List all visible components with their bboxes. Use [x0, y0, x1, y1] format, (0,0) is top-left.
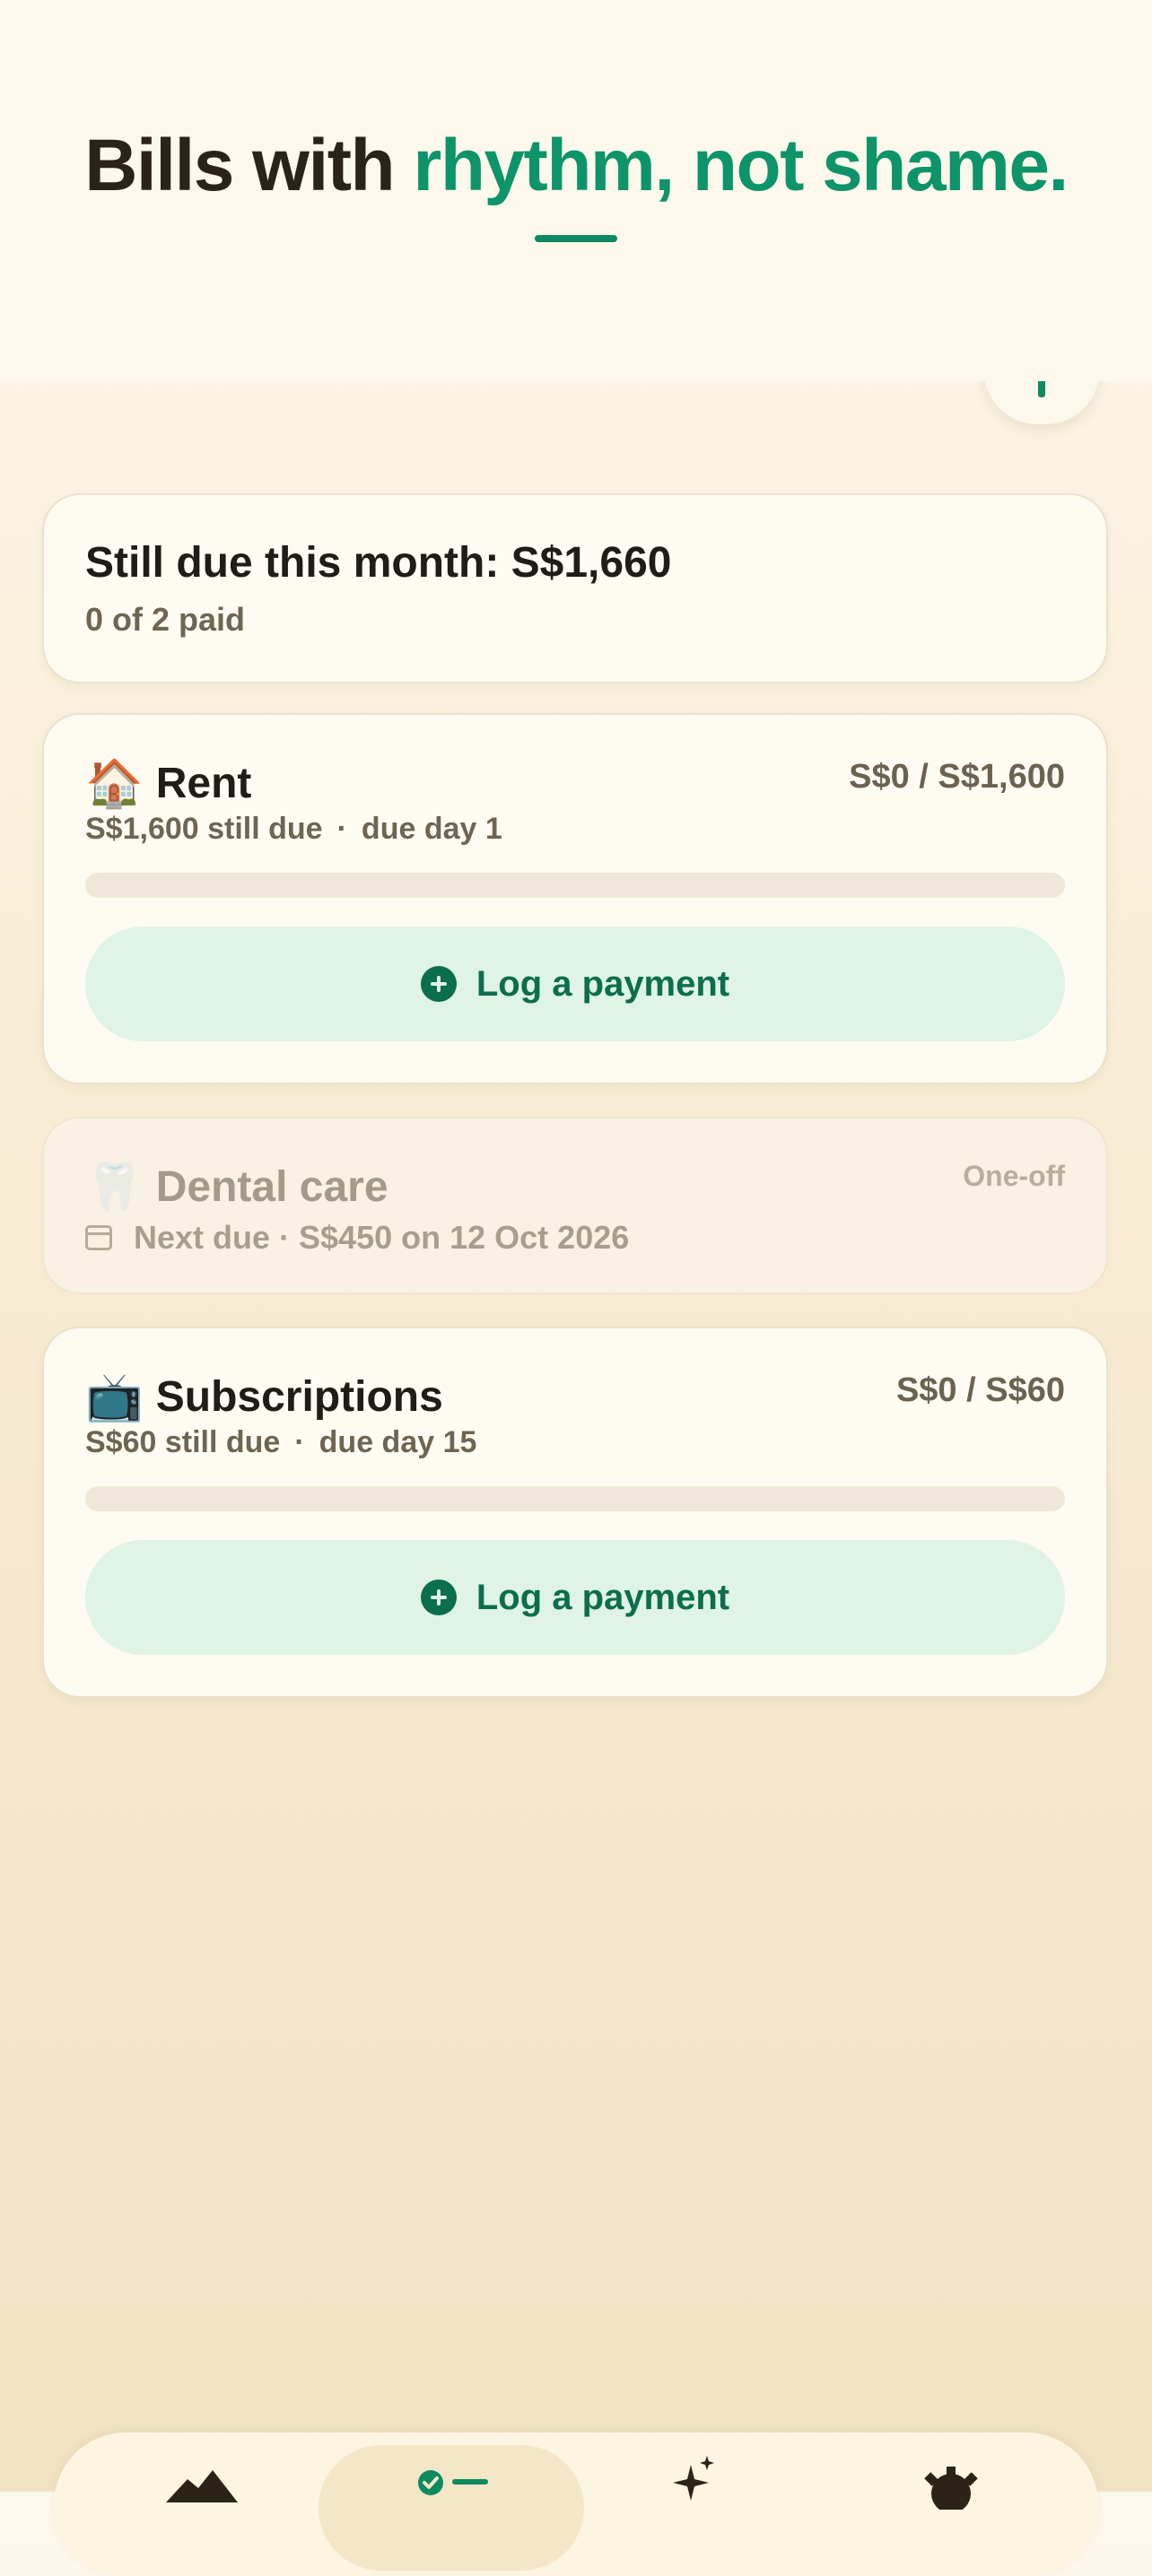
- tv-icon: 📺: [85, 1371, 144, 1423]
- bill-status: S$60 still due · due day 15: [85, 1425, 476, 1460]
- bill-progress-bar: [85, 1486, 1065, 1511]
- gear-icon[interactable]: [920, 2465, 982, 2510]
- bill-card-dental[interactable]: 🦷 Dental care One-off Next due · S$450 o…: [42, 1117, 1108, 1294]
- bill-remaining: S$60 still due: [85, 1425, 281, 1459]
- sparkle-icon[interactable]: [664, 2456, 718, 2501]
- bill-amount: S$0 / S$60: [895, 1371, 1065, 1409]
- bill-status: S$1,600 still due · due day 1: [85, 812, 502, 847]
- calendar-icon: [85, 1225, 112, 1250]
- hero-title-start: Bills with: [84, 125, 414, 206]
- plus-circle-icon: [420, 966, 457, 1002]
- summary-title: Still due this month: S$1,660: [85, 539, 672, 587]
- plus-circle-icon: [420, 1580, 457, 1615]
- bill-type-badge: One-off: [963, 1160, 1065, 1192]
- bill-name: Dental care: [155, 1163, 388, 1211]
- bill-progress-bar: [85, 873, 1065, 898]
- bill-title: 🦷 Dental care: [85, 1160, 388, 1214]
- bottom-nav: [54, 2432, 1098, 2576]
- bill-due: due day 1: [361, 812, 502, 846]
- bill-remaining: S$1,600 still due: [85, 812, 323, 846]
- hills-icon[interactable]: [166, 2467, 238, 2502]
- log-payment-label: Log a payment: [476, 1577, 730, 1617]
- tooth-icon: 🦷: [85, 1162, 144, 1214]
- bill-card-subscriptions[interactable]: 📺 Subscriptions S$0 / S$60 S$60 still du…: [42, 1327, 1108, 1698]
- monthly-summary-card: Still due this month: S$1,660 0 of 2 pai…: [42, 493, 1108, 683]
- hero-title: Bills with rhythm, not shame.: [0, 124, 1152, 208]
- separator: ·: [294, 1425, 305, 1459]
- house-icon: 🏠: [85, 758, 144, 810]
- hero-banner: Bills with rhythm, not shame.: [0, 0, 1152, 381]
- bill-title: 📺 Subscriptions: [85, 1370, 443, 1424]
- log-payment-button[interactable]: Log a payment: [85, 927, 1065, 1041]
- bill-due: due day 15: [319, 1425, 477, 1459]
- log-payment-label: Log a payment: [476, 963, 730, 1004]
- bill-name: Rent: [155, 760, 252, 807]
- bill-title: 🏠 Rent: [85, 756, 251, 811]
- bills-icon[interactable]: [413, 2465, 493, 2501]
- nav-active-pill: [319, 2445, 584, 2571]
- summary-subtitle: 0 of 2 paid: [85, 601, 246, 638]
- bill-name: Subscriptions: [155, 1373, 443, 1421]
- separator: ·: [336, 812, 347, 846]
- hero-underline: [535, 235, 617, 242]
- bill-card-rent[interactable]: 🏠 Rent S$0 / S$1,600 S$1,600 still due · d…: [42, 713, 1108, 1084]
- bill-next-due: Next due · S$450 on 12 Oct 2026: [85, 1219, 629, 1257]
- hero-title-accent: rhythm, not shame.: [413, 125, 1069, 206]
- log-payment-button[interactable]: Log a payment: [85, 1540, 1065, 1655]
- bill-amount: S$0 / S$1,600: [849, 758, 1065, 796]
- next-due-text: Next due · S$450 on 12 Oct 2026: [134, 1219, 630, 1256]
